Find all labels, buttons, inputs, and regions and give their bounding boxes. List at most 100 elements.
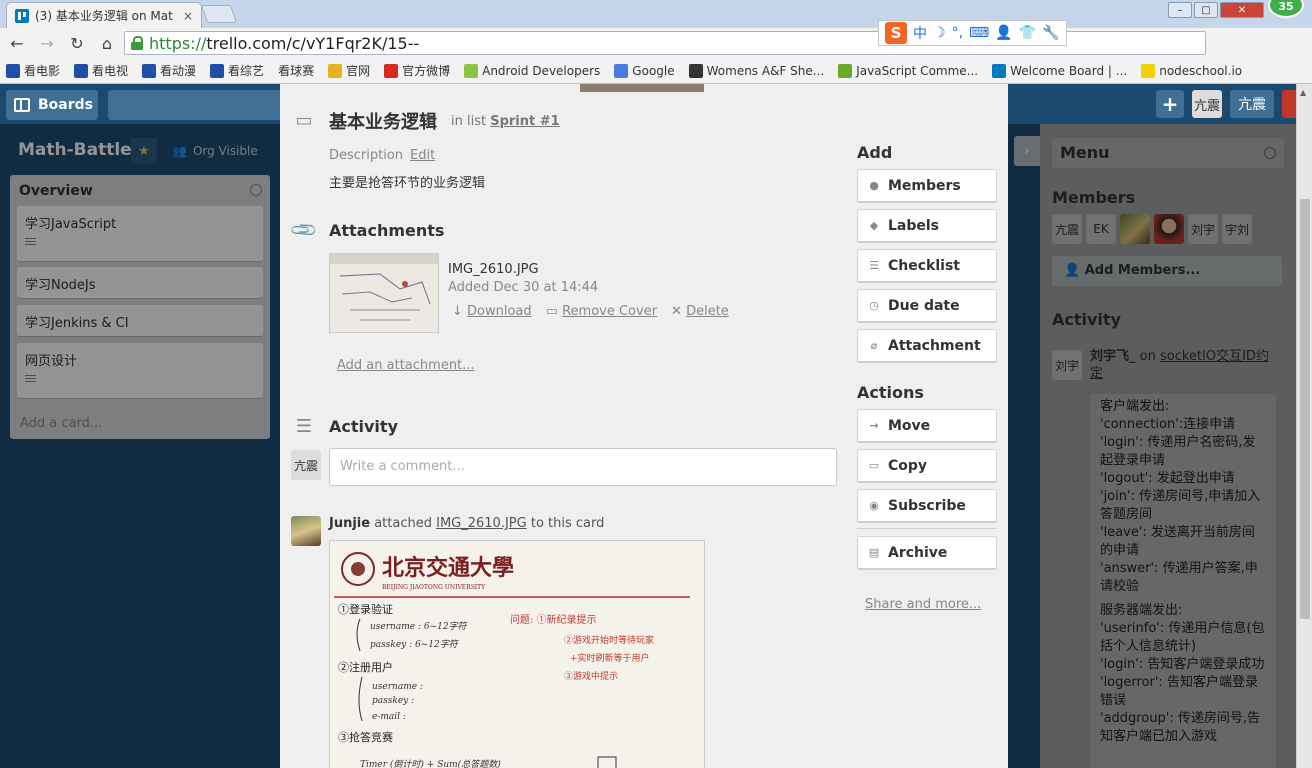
activity-heading: Activity	[329, 417, 398, 436]
notification-badge[interactable]: 35	[1268, 0, 1304, 18]
add-icon[interactable]: +	[1156, 90, 1184, 118]
url-scheme: https://	[149, 33, 207, 53]
board-search-input[interactable]	[108, 90, 284, 120]
avatar[interactable]: 亢震	[1192, 90, 1222, 118]
bookmark-item[interactable]: Google	[614, 63, 675, 78]
bookmark-item[interactable]: 官网	[328, 62, 370, 79]
bookmark-item[interactable]: Android Developers	[464, 63, 600, 78]
bookmark-item[interactable]: 看综艺	[210, 62, 264, 79]
url-path: trello.com/c/vY1Fqr2K/15--	[206, 33, 420, 53]
bookmark-label: 看动漫	[160, 64, 197, 78]
boards-label: Boards	[38, 97, 93, 113]
bookmark-label: JavaScript Comme...	[856, 63, 979, 78]
bookmark-label: 看球赛	[278, 64, 315, 78]
page-scrollbar[interactable]: ▲	[1296, 84, 1312, 768]
ime-toolbar[interactable]: S 中 ☽ °, ⌨ 👤 👕 🔧	[878, 20, 1067, 46]
shirt-icon[interactable]: 👕	[1019, 25, 1036, 41]
avatar[interactable]	[291, 516, 321, 546]
w3-icon	[838, 63, 853, 78]
archive-button[interactable]: ▤ Archive	[857, 536, 997, 570]
download-icon: ↓	[452, 304, 468, 319]
trello-icon	[992, 63, 1007, 78]
card-description[interactable]: 主要是抢答环节的业务逻辑	[329, 172, 485, 191]
bookmark-item[interactable]: JavaScript Comme...	[838, 63, 979, 78]
download-link[interactable]: ↓ Download	[452, 304, 532, 319]
due-date-button[interactable]: ◷ Due date	[857, 289, 997, 323]
new-tab-button[interactable]	[200, 5, 238, 23]
bookmark-item[interactable]: Welcome Board | ...	[992, 63, 1127, 78]
maximize-button[interactable]: □	[1194, 2, 1218, 18]
members-button[interactable]: ● Members	[857, 169, 997, 203]
android-icon	[464, 63, 479, 78]
browser-tab-active[interactable]: (3) 基本业务逻辑 on Mat ×	[6, 2, 202, 28]
cover-icon: ▭	[545, 304, 563, 319]
move-button[interactable]: → Move	[857, 409, 997, 443]
user-icon[interactable]: 👤	[995, 25, 1012, 41]
checklist-button[interactable]: ☰ Checklist	[857, 249, 997, 283]
keyboard-icon[interactable]: ⌨	[969, 25, 989, 41]
baidu-icon	[6, 63, 20, 78]
subscribe-button[interactable]: ◉ Subscribe	[857, 489, 997, 523]
back-icon[interactable]: ←	[4, 31, 30, 55]
labels-button[interactable]: ◆ Labels	[857, 209, 997, 243]
reload-icon[interactable]: ↻	[64, 31, 90, 55]
attachment-thumbnail-image	[330, 254, 438, 332]
boards-button[interactable]: Boards	[6, 90, 98, 120]
attachments-heading: Attachments	[329, 221, 445, 240]
card-title[interactable]: 基本业务逻辑	[329, 108, 437, 134]
close-window-button[interactable]: ✕	[1220, 2, 1264, 18]
photo-subheader: BEIJING JIAOTONG UNIVERSITY	[382, 584, 486, 591]
delete-label: Delete	[686, 304, 729, 319]
attachment-name[interactable]: IMG_2610.JPG	[448, 262, 539, 277]
nodeschool-icon	[1141, 63, 1156, 78]
copy-button[interactable]: ▭ Copy	[857, 449, 997, 483]
scroll-thumb[interactable]	[1300, 199, 1310, 619]
list-link[interactable]: Sprint #1	[490, 114, 559, 129]
attachment-preview[interactable]: 北京交通大學 BEIJING JIAOTONG UNIVERSITY ①登录验证…	[329, 540, 705, 768]
checklist-label: Checklist	[888, 257, 960, 274]
bookmark-item[interactable]: 看电视	[74, 62, 128, 79]
home-icon[interactable]: ⌂	[94, 31, 120, 55]
actions-heading: Actions	[857, 383, 924, 402]
photo-red-note: 问题: ①新纪录提示	[510, 613, 597, 626]
punctuation-icon[interactable]: °,	[952, 25, 963, 41]
attachment-button[interactable]: ⌀ Attachment	[857, 329, 997, 363]
share-and-more-link[interactable]: Share and more...	[865, 597, 981, 612]
bookmark-item[interactable]: 看动漫	[142, 62, 196, 79]
photo-line: ②注册用户	[338, 660, 393, 674]
user-name[interactable]: 亢震	[1230, 90, 1274, 118]
edit-description-link[interactable]: Edit	[410, 148, 435, 163]
bookmark-label: nodeschool.io	[1159, 63, 1243, 78]
bookmark-item[interactable]: 看球赛	[278, 62, 314, 79]
bookmark-item[interactable]: 官方微博	[384, 62, 450, 79]
activity-user[interactable]: Junjie	[329, 516, 370, 531]
attachment-thumbnail[interactable]	[329, 253, 439, 333]
card-list-info: in list Sprint #1	[451, 114, 560, 129]
photo-line: Timer (倒计时) + Sum(总答题数)	[360, 759, 501, 768]
ime-mode-label[interactable]: 中	[913, 23, 927, 43]
minimize-button[interactable]: –	[1168, 2, 1192, 18]
bookmark-label: 看综艺	[228, 64, 265, 78]
remove-cover-link[interactable]: ▭ Remove Cover	[546, 304, 657, 319]
scroll-up-icon[interactable]: ▲	[1300, 88, 1306, 97]
activity-attachment-link[interactable]: IMG_2610.JPG	[436, 516, 527, 531]
bookmark-label: 官网	[346, 64, 371, 78]
forward-icon[interactable]: →	[34, 31, 60, 55]
paperclip-icon: 📎	[288, 214, 320, 246]
move-label: Move	[888, 417, 931, 434]
activity-entry: Junjie attached IMG_2610.JPG to this car…	[329, 516, 604, 531]
moon-icon[interactable]: ☽	[933, 25, 946, 41]
delete-link[interactable]: ✕ Delete	[671, 304, 729, 319]
trello-favicon-icon	[15, 8, 29, 23]
add-attachment-link[interactable]: Add an attachment...	[337, 358, 475, 373]
copy-icon: ▭	[868, 459, 880, 472]
download-label: Download	[467, 304, 532, 319]
tab-close-icon[interactable]: ×	[183, 9, 193, 23]
weibo-icon	[384, 63, 399, 78]
bookmark-item[interactable]: Womens A&F She...	[688, 63, 824, 78]
wrench-icon[interactable]: 🔧	[1042, 25, 1059, 41]
comment-input[interactable]: Write a comment...	[329, 448, 837, 486]
bookmark-item[interactable]: nodeschool.io	[1141, 63, 1243, 78]
cover-image-strip	[580, 84, 704, 92]
bookmark-item[interactable]: 看电影	[6, 62, 60, 79]
